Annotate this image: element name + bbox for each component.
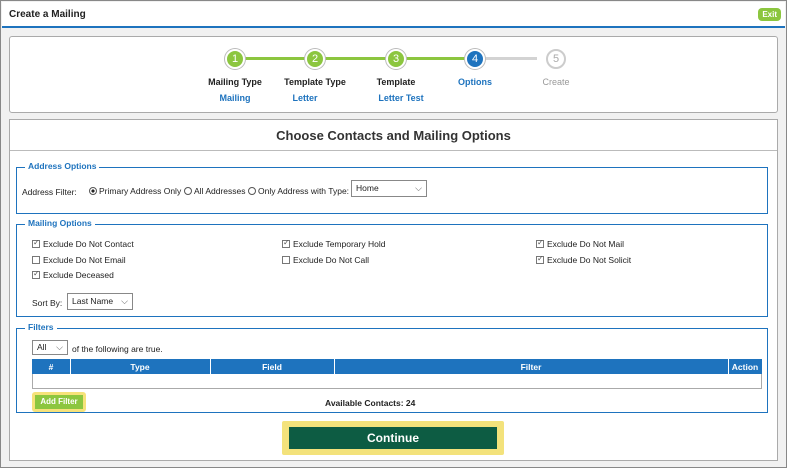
checkbox-temporary-hold[interactable]: Exclude Temporary Hold xyxy=(282,238,386,249)
step-3-label: Template xyxy=(376,77,416,87)
chevron-down-icon: ⌵ xyxy=(415,183,422,193)
filters-table-header: # Type Field Filter Action xyxy=(32,359,762,374)
step-5-label: Create xyxy=(542,77,570,87)
checkbox-checked-icon xyxy=(32,238,40,248)
checkbox-label: Exclude Do Not Mail xyxy=(547,239,625,249)
continue-button[interactable]: Continue xyxy=(289,427,497,449)
radio-unchecked-icon xyxy=(184,187,192,195)
col-filter: Filter xyxy=(520,362,542,372)
checkbox-deceased[interactable]: Exclude Deceased xyxy=(32,269,114,280)
address-type-select[interactable]: Home ⌵ xyxy=(351,180,427,197)
address-filter-label: Address Filter: xyxy=(22,187,77,197)
address-type-value: Home xyxy=(356,183,379,193)
available-contacts: Available Contacts: 24 xyxy=(325,398,416,408)
radio-address-type[interactable]: Only Address with Type: xyxy=(248,186,349,196)
heading-divider xyxy=(10,150,777,151)
checkbox-label: Exclude Deceased xyxy=(43,270,114,280)
col-num: # xyxy=(48,362,54,372)
continue-highlight: Continue xyxy=(282,421,504,455)
radio-primary-address[interactable]: Primary Address Only xyxy=(89,186,181,196)
filter-match-suffix: of the following are true. xyxy=(72,344,163,354)
checkbox-label: Exclude Temporary Hold xyxy=(293,239,386,249)
radio-checked-icon xyxy=(89,187,97,195)
chevron-down-icon: ⌵ xyxy=(56,342,63,352)
checkbox-do-not-contact[interactable]: Exclude Do Not Contact xyxy=(32,238,134,249)
checkbox-unchecked-icon xyxy=(282,256,290,264)
chevron-down-icon: ⌵ xyxy=(121,296,128,306)
step-3-value[interactable]: Letter Test xyxy=(361,93,441,103)
col-field: Field xyxy=(262,362,282,372)
title-bar: Create a Mailing Exit xyxy=(2,2,785,28)
filters-legend: Filters xyxy=(25,322,57,332)
step-4-label: Options xyxy=(458,77,492,87)
radio-primary-label: Primary Address Only xyxy=(99,186,182,196)
checkbox-label: Exclude Do Not Call xyxy=(293,255,370,265)
add-filter-button[interactable]: Add Filter xyxy=(32,392,86,412)
step-1-circle[interactable]: 1 xyxy=(225,49,245,69)
exit-button[interactable]: Exit xyxy=(758,8,781,21)
checkbox-checked-icon xyxy=(536,254,544,264)
filters-table-body xyxy=(32,374,762,389)
filter-match-select[interactable]: All ⌵ xyxy=(32,340,68,355)
checkbox-checked-icon xyxy=(282,238,290,248)
checkbox-label: Exclude Do Not Email xyxy=(43,255,126,265)
radio-type-label: Only Address with Type: xyxy=(258,186,350,196)
checkbox-checked-icon xyxy=(536,238,544,248)
address-options-legend: Address Options xyxy=(25,161,100,171)
col-action: Action xyxy=(731,362,759,372)
step-5-circle: 5 xyxy=(546,49,566,69)
checkbox-do-not-email[interactable]: Exclude Do Not Email xyxy=(32,255,126,265)
step-2-value[interactable]: Letter xyxy=(265,93,345,103)
create-mailing-window: Create a Mailing Exit 1 Mailing Type Mai… xyxy=(0,0,787,468)
section-heading: Choose Contacts and Mailing Options xyxy=(276,128,511,143)
filter-match-value: All xyxy=(37,342,47,352)
checkbox-do-not-solicit[interactable]: Exclude Do Not Solicit xyxy=(536,254,632,265)
step-1-label: Mailing Type xyxy=(208,77,262,87)
sort-by-label: Sort By: xyxy=(32,298,63,308)
step-3-circle[interactable]: 3 xyxy=(386,49,406,69)
checkbox-checked-icon xyxy=(32,269,40,279)
mailing-options-legend: Mailing Options xyxy=(25,218,95,228)
step-2-circle[interactable]: 2 xyxy=(305,49,325,69)
sort-by-value: Last Name xyxy=(72,296,114,306)
step-4-circle: 4 xyxy=(465,49,485,69)
stepper-progress xyxy=(237,57,475,60)
radio-unchecked-icon xyxy=(248,187,256,195)
checkbox-label: Exclude Do Not Solicit xyxy=(547,255,632,265)
checkbox-do-not-call[interactable]: Exclude Do Not Call xyxy=(282,255,369,265)
step-2-label: Template Type xyxy=(284,77,346,87)
checkbox-label: Exclude Do Not Contact xyxy=(43,239,134,249)
step-1-value[interactable]: Mailing xyxy=(195,93,275,103)
window-title: Create a Mailing xyxy=(9,9,86,20)
col-type: Type xyxy=(130,362,150,372)
sort-by-select[interactable]: Last Name ⌵ xyxy=(67,293,133,310)
radio-all-addresses[interactable]: All Addresses xyxy=(184,186,246,196)
checkbox-unchecked-icon xyxy=(32,256,40,264)
checkbox-do-not-mail[interactable]: Exclude Do Not Mail xyxy=(536,238,625,249)
radio-all-label: All Addresses xyxy=(194,186,246,196)
